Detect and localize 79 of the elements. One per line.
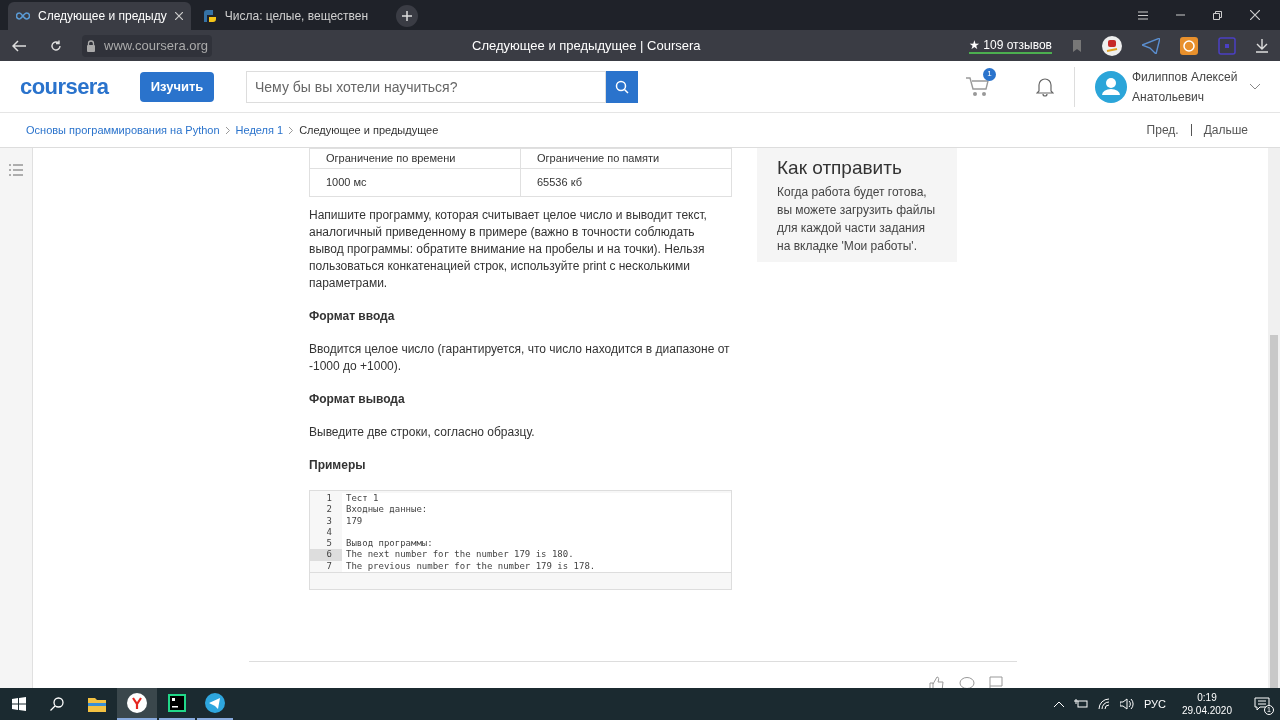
code-line: Входные данные: bbox=[345, 503, 428, 517]
line-number: 2 bbox=[310, 504, 342, 516]
reload-icon[interactable] bbox=[50, 39, 62, 52]
browser-tab[interactable]: Следующее и предыду bbox=[8, 2, 191, 30]
language-indicator[interactable]: РУС bbox=[1143, 695, 1166, 713]
chat-icon[interactable] bbox=[1180, 36, 1198, 55]
close-icon[interactable] bbox=[174, 12, 183, 20]
scrollbar[interactable] bbox=[1268, 148, 1280, 688]
section-heading: Формат вывода bbox=[309, 391, 406, 408]
bookmark-icon[interactable] bbox=[1072, 39, 1082, 52]
code-line: The previous number for the number 179 is 178. bbox=[345, 559, 596, 573]
battery-icon[interactable] bbox=[1073, 699, 1088, 709]
code-line: 179 bbox=[345, 514, 363, 528]
line-number: 5 bbox=[310, 538, 342, 550]
cart-count-badge: 1 bbox=[983, 67, 996, 81]
notification-icon[interactable] bbox=[1254, 697, 1270, 711]
column-header: Ограничение по времени bbox=[309, 148, 521, 169]
chevron-down-icon[interactable] bbox=[1250, 83, 1260, 90]
clock-time: 0:19 bbox=[1197, 691, 1217, 704]
coursera-logo[interactable]: coursera bbox=[20, 70, 140, 103]
speaker-icon[interactable] bbox=[1119, 698, 1134, 710]
table-cell: 65536 кб bbox=[520, 168, 732, 197]
breadcrumb-current: Следующее и предыдущее bbox=[299, 122, 439, 138]
search-icon bbox=[615, 79, 629, 94]
paper-plane-icon[interactable] bbox=[205, 693, 225, 713]
browser-icon[interactable] bbox=[127, 693, 147, 713]
paragraph: Выведите две строки, согласно образцу. bbox=[309, 424, 536, 441]
table-cell: 1000 мс bbox=[309, 168, 521, 197]
windows-icon[interactable] bbox=[12, 697, 26, 711]
address-bar[interactable]: www.coursera.org bbox=[82, 34, 213, 57]
breadcrumb-link[interactable]: Неделя 1 bbox=[235, 121, 284, 139]
clock-date: 29.04.2020 bbox=[1181, 704, 1232, 717]
tab-title: Числа: целые, веществен bbox=[224, 8, 369, 25]
search-field[interactable]: Чему бы вы хотели научиться? bbox=[246, 70, 606, 103]
lock-icon bbox=[86, 39, 96, 52]
download-icon[interactable] bbox=[1256, 38, 1268, 53]
tab-title: Следующее и предыду bbox=[38, 8, 167, 25]
cart-icon[interactable] bbox=[966, 75, 990, 98]
explore-button[interactable]: Изучить bbox=[140, 71, 214, 102]
paragraph: Напишите программу, которая считывает целое число и выводит текст, аналогичный приведенному в примере (важно в точности соблюдать вывод программы: обратите внимание на пробелы и на точки). Нельзя пользоваться конкатенацией строк, используйте print с несколькими параметрами. bbox=[309, 207, 708, 292]
code-line: Тест 1 bbox=[345, 491, 379, 505]
user-name[interactable]: Филиппов Алексей Анатольевич bbox=[1132, 66, 1244, 107]
chevron-right-icon bbox=[289, 126, 294, 134]
menu-icon[interactable] bbox=[1138, 10, 1148, 20]
new-tab-button[interactable] bbox=[396, 5, 419, 27]
wifi-icon[interactable] bbox=[1097, 698, 1110, 710]
thumbs-up-icon[interactable] bbox=[929, 676, 945, 688]
search-button[interactable] bbox=[606, 70, 638, 103]
browser-tab[interactable]: Числа: целые, веществен bbox=[194, 2, 377, 30]
section-heading: Формат ввода bbox=[309, 308, 396, 325]
close-icon[interactable] bbox=[1250, 10, 1260, 20]
restore-icon[interactable] bbox=[1213, 10, 1222, 20]
previous-link[interactable]: Пред. bbox=[1146, 121, 1179, 139]
card-title: Как отправить bbox=[777, 156, 903, 180]
ide-icon[interactable] bbox=[168, 694, 186, 712]
code-line: The next number for the number 179 is 180. bbox=[345, 548, 574, 562]
breadcrumb-link[interactable]: Основы программирования на Python bbox=[26, 121, 220, 139]
section-heading: Примеры bbox=[309, 457, 367, 474]
back-icon[interactable] bbox=[12, 39, 26, 52]
plus-icon bbox=[402, 11, 413, 21]
search-icon[interactable] bbox=[50, 697, 64, 711]
paragraph: Вводится целое число (гарантируется, что число находится в диапазоне от -1000 до +1000). bbox=[309, 341, 731, 375]
code-line: Вывод программы: bbox=[345, 537, 433, 550]
next-link[interactable]: Дальше bbox=[1203, 121, 1248, 139]
chevron-right-icon bbox=[225, 126, 230, 134]
avatar-icon[interactable] bbox=[1095, 70, 1127, 103]
card-text: Когда работа будет готова, вы можете загрузить файлы для каждой части задания на вкладке 'Мои работы'. bbox=[777, 183, 937, 255]
extension-icon[interactable] bbox=[1102, 35, 1122, 56]
bell-icon[interactable] bbox=[1036, 76, 1054, 97]
line-number: 1 bbox=[310, 493, 342, 505]
column-header: Ограничение по памяти bbox=[520, 148, 732, 169]
chevron-up-icon[interactable] bbox=[1053, 701, 1064, 707]
page-title: Следующее и предыдущее | Coursera bbox=[472, 36, 701, 55]
folder-icon[interactable] bbox=[88, 696, 106, 712]
line-number: 3 bbox=[310, 515, 342, 527]
line-number: 6 bbox=[310, 549, 342, 561]
infinity-icon bbox=[16, 12, 30, 20]
python-icon bbox=[202, 9, 217, 23]
reviews-badge[interactable]: ★ 109 отзывов bbox=[969, 37, 1052, 54]
